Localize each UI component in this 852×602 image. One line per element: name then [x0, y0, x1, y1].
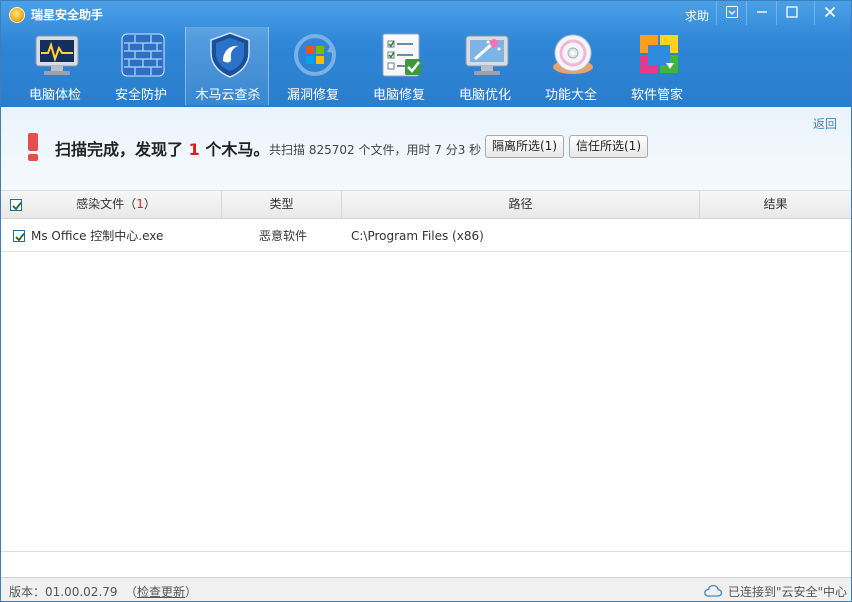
- isolate-selected-button[interactable]: 隔离所选(1): [485, 135, 564, 158]
- scan-headline: 扫描完成，发现了 1 个木马。: [55, 136, 269, 160]
- menu-dropdown-button[interactable]: [716, 1, 746, 25]
- main-toolbar: 电脑体检 安全防护 木马云查杀 漏洞修复 电脑修复 电脑优化 功能大全 软件管家: [1, 27, 851, 107]
- table-header: 感染文件（1） 类型 路径 结果: [1, 191, 851, 219]
- minimize-button[interactable]: [746, 1, 776, 25]
- scan-headline-suffix: 个木马。: [205, 140, 270, 159]
- windows-update-icon: [294, 34, 336, 76]
- tool-label: 木马云查杀: [195, 88, 261, 103]
- dropdown-menu-icon: [725, 6, 738, 18]
- close-icon: [824, 6, 835, 18]
- monitor-pulse-icon: [35, 35, 79, 75]
- check-update-close: ）: [185, 585, 198, 599]
- minimize-icon: [756, 11, 767, 13]
- status-bar: 版本：01.00.02.79 （检查更新） 已连接到"云安全"中心: [1, 577, 851, 601]
- column-result[interactable]: 结果: [700, 191, 851, 218]
- column-infected-file-label: 感染文件: [76, 197, 125, 211]
- tool-pc-checkup[interactable]: 电脑体检: [13, 27, 97, 105]
- trojan-count: 1: [188, 140, 200, 159]
- title-bar: 瑞星安全助手 求助: [1, 1, 851, 27]
- app-title: 瑞星安全助手: [31, 8, 104, 22]
- infected-file-count: 1: [136, 197, 144, 211]
- monitor-wand-icon: [465, 35, 509, 75]
- cloud-icon: [704, 584, 722, 597]
- row-path: C:\Program Files (x86): [351, 229, 484, 243]
- app-window: 瑞星安全助手 求助 电脑体检 安全防护 木马云查杀 漏洞修复 电脑修复 电脑优化…: [0, 0, 852, 602]
- alert-exclamation-icon: [28, 133, 38, 161]
- scan-headline-prefix: 扫描完成，发现了: [55, 140, 184, 159]
- column-infected-file[interactable]: 感染文件（1）: [1, 191, 222, 218]
- tool-vulnerability-fix[interactable]: 漏洞修复: [271, 27, 355, 105]
- row-type: 恶意软件: [259, 229, 308, 243]
- table-row[interactable]: Ms Office 控制中心.exe 恶意软件 C:\Program Files…: [1, 220, 851, 252]
- help-link[interactable]: 求助: [685, 7, 709, 24]
- scan-result-banner: 返回 扫描完成，发现了 1 个木马。 共扫描 825702 个文件，用时 7 分…: [1, 107, 851, 191]
- tool-software-manager[interactable]: 软件管家: [615, 27, 699, 105]
- close-button[interactable]: [814, 1, 844, 25]
- disc-icon: [553, 34, 593, 74]
- row-checkbox[interactable]: [13, 230, 25, 242]
- app-logo-icon: [9, 7, 25, 23]
- tool-label: 功能大全: [544, 88, 597, 103]
- check-update-open: （: [125, 585, 138, 599]
- table-bottom-divider: [1, 551, 851, 552]
- trust-selected-button[interactable]: 信任所选(1): [569, 135, 648, 158]
- column-path[interactable]: 路径: [342, 191, 700, 218]
- row-file-name: Ms Office 控制中心.exe: [31, 229, 164, 243]
- tool-trojan-cloud-scan[interactable]: 木马云查杀: [185, 27, 269, 105]
- cloud-connection-status: 已连接到"云安全"中心: [728, 585, 848, 599]
- tool-pc-repair[interactable]: 电脑修复: [357, 27, 441, 105]
- tool-label: 安全防护: [114, 88, 167, 103]
- checklist-icon: [382, 33, 421, 77]
- version-text: 版本：01.00.02.79: [9, 585, 118, 599]
- maximize-button[interactable]: [776, 1, 806, 25]
- tool-label: 漏洞修复: [286, 88, 339, 103]
- maximize-icon: [785, 6, 798, 18]
- tool-label: 电脑体检: [28, 88, 81, 103]
- tool-all-features[interactable]: 功能大全: [529, 27, 613, 105]
- firewall-icon: [121, 33, 165, 77]
- tool-label: 软件管家: [630, 88, 683, 103]
- scan-summary: 共扫描 825702 个文件，用时 7 分3 秒: [269, 143, 482, 157]
- column-type[interactable]: 类型: [222, 191, 342, 218]
- tool-pc-optimize[interactable]: 电脑优化: [443, 27, 527, 105]
- header: 瑞星安全助手 求助 电脑体检 安全防护 木马云查杀 漏洞修复 电脑修复 电脑优化…: [1, 1, 851, 107]
- tool-label: 电脑修复: [372, 88, 425, 103]
- check-update-link[interactable]: 检查更新: [137, 585, 185, 599]
- check-update: （检查更新）: [125, 583, 197, 600]
- tool-security-protection[interactable]: 安全防护: [99, 27, 183, 105]
- back-link[interactable]: 返回: [813, 115, 837, 132]
- check-icon: [15, 232, 25, 242]
- tool-label: 电脑优化: [458, 88, 511, 103]
- shield-icon: [210, 32, 250, 78]
- software-blocks-icon: [640, 35, 678, 73]
